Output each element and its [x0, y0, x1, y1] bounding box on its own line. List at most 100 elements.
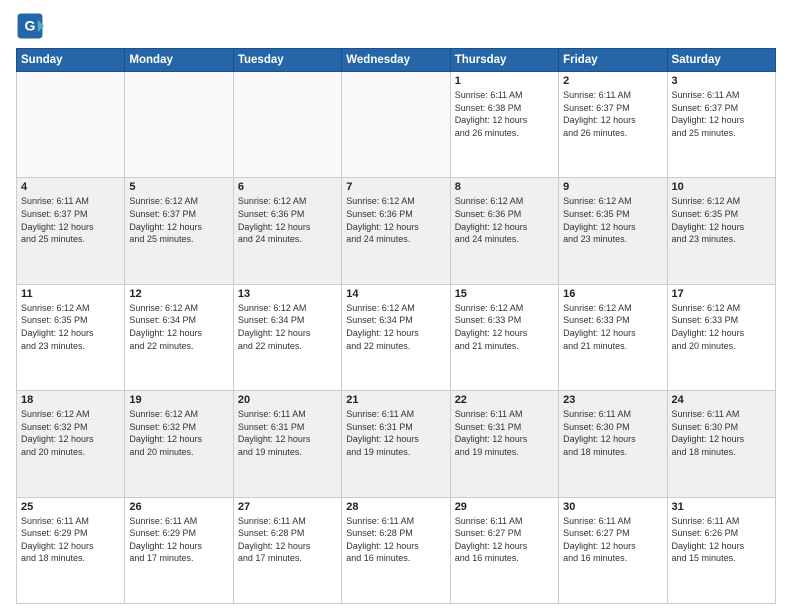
- day-info: Sunrise: 6:11 AM Sunset: 6:31 PM Dayligh…: [238, 408, 337, 458]
- calendar-header-monday: Monday: [125, 49, 233, 72]
- day-number: 12: [129, 288, 228, 300]
- day-info: Sunrise: 6:12 AM Sunset: 6:34 PM Dayligh…: [238, 302, 337, 352]
- svg-text:G: G: [25, 18, 36, 34]
- day-number: 15: [455, 288, 554, 300]
- calendar-week-2: 4 Sunrise: 6:11 AM Sunset: 6:37 PM Daylig…: [17, 178, 776, 284]
- day-info: Sunrise: 6:11 AM Sunset: 6:37 PM Dayligh…: [672, 89, 771, 139]
- day-info: Sunrise: 6:12 AM Sunset: 6:32 PM Dayligh…: [21, 408, 120, 458]
- calendar-day: 8 Sunrise: 6:12 AM Sunset: 6:36 PM Daylig…: [450, 178, 558, 284]
- calendar-day: 29 Sunrise: 6:11 AM Sunset: 6:27 PM Dayli…: [450, 497, 558, 603]
- calendar-day: 26Sunrise: 6:11 AM Sunset: 6:29 PM Dayli…: [125, 497, 233, 603]
- day-info: Sunrise: 6:12 AM Sunset: 6:35 PM Dayligh…: [563, 195, 662, 245]
- calendar-day: [233, 72, 341, 178]
- day-number: 22: [455, 394, 554, 406]
- day-info: Sunrise: 6:11 AM Sunset: 6:31 PM Dayligh…: [455, 408, 554, 458]
- day-number: 27: [238, 501, 337, 513]
- calendar-header-row: SundayMondayTuesdayWednesdayThursdayFrid…: [17, 49, 776, 72]
- calendar-week-3: 11Sunrise: 6:12 AM Sunset: 6:35 PM Dayli…: [17, 284, 776, 390]
- day-number: 10: [672, 181, 771, 193]
- day-number: 8: [455, 181, 554, 193]
- calendar-day: 18 Sunrise: 6:12 AM Sunset: 6:32 PM Dayli…: [17, 391, 125, 497]
- day-info: Sunrise: 6:11 AM Sunset: 6:37 PM Dayligh…: [563, 89, 662, 139]
- day-info: Sunrise: 6:12 AM Sunset: 6:37 PM Dayligh…: [129, 195, 228, 245]
- calendar-day: 4 Sunrise: 6:11 AM Sunset: 6:37 PM Daylig…: [17, 178, 125, 284]
- calendar-day: 28 Sunrise: 6:11 AM Sunset: 6:28 PM Dayli…: [342, 497, 450, 603]
- calendar-day: 9Sunrise: 6:12 AM Sunset: 6:35 PM Daylig…: [559, 178, 667, 284]
- day-info: Sunrise: 6:11 AM Sunset: 6:30 PM Dayligh…: [563, 408, 662, 458]
- day-number: 19: [129, 394, 228, 406]
- day-info: Sunrise: 6:12 AM Sunset: 6:34 PM Dayligh…: [346, 302, 445, 352]
- calendar-header-tuesday: Tuesday: [233, 49, 341, 72]
- calendar-week-4: 18 Sunrise: 6:12 AM Sunset: 6:32 PM Dayli…: [17, 391, 776, 497]
- day-info: Sunrise: 6:11 AM Sunset: 6:37 PM Dayligh…: [21, 195, 120, 245]
- calendar-day: 21 Sunrise: 6:11 AM Sunset: 6:31 PM Dayli…: [342, 391, 450, 497]
- day-number: 14: [346, 288, 445, 300]
- calendar-day: [125, 72, 233, 178]
- day-info: Sunrise: 6:12 AM Sunset: 6:34 PM Dayligh…: [129, 302, 228, 352]
- calendar-day: 30Sunrise: 6:11 AM Sunset: 6:27 PM Dayli…: [559, 497, 667, 603]
- day-number: 18: [21, 394, 120, 406]
- day-number: 3: [672, 75, 771, 87]
- header: G: [16, 12, 776, 40]
- calendar-day: 6 Sunrise: 6:12 AM Sunset: 6:36 PM Daylig…: [233, 178, 341, 284]
- day-number: 5: [129, 181, 228, 193]
- calendar-day: 7Sunrise: 6:12 AM Sunset: 6:36 PM Daylig…: [342, 178, 450, 284]
- calendar-week-1: 1Sunrise: 6:11 AM Sunset: 6:38 PM Daylig…: [17, 72, 776, 178]
- calendar-header-friday: Friday: [559, 49, 667, 72]
- calendar-header-sunday: Sunday: [17, 49, 125, 72]
- calendar-header-thursday: Thursday: [450, 49, 558, 72]
- calendar-day: 19 Sunrise: 6:12 AM Sunset: 6:32 PM Dayli…: [125, 391, 233, 497]
- day-info: Sunrise: 6:11 AM Sunset: 6:30 PM Dayligh…: [672, 408, 771, 458]
- day-number: 20: [238, 394, 337, 406]
- calendar-day: 31Sunrise: 6:11 AM Sunset: 6:26 PM Dayli…: [667, 497, 775, 603]
- day-info: Sunrise: 6:11 AM Sunset: 6:27 PM Dayligh…: [455, 515, 554, 565]
- calendar-day: [342, 72, 450, 178]
- calendar-day: 22 Sunrise: 6:11 AM Sunset: 6:31 PM Dayli…: [450, 391, 558, 497]
- day-info: Sunrise: 6:11 AM Sunset: 6:28 PM Dayligh…: [238, 515, 337, 565]
- day-info: Sunrise: 6:12 AM Sunset: 6:33 PM Dayligh…: [672, 302, 771, 352]
- calendar-day: 5 Sunrise: 6:12 AM Sunset: 6:37 PM Daylig…: [125, 178, 233, 284]
- day-info: Sunrise: 6:11 AM Sunset: 6:31 PM Dayligh…: [346, 408, 445, 458]
- day-info: Sunrise: 6:12 AM Sunset: 6:32 PM Dayligh…: [129, 408, 228, 458]
- calendar-day: 24 Sunrise: 6:11 AM Sunset: 6:30 PM Dayli…: [667, 391, 775, 497]
- day-number: 17: [672, 288, 771, 300]
- day-number: 7: [346, 181, 445, 193]
- calendar-day: 1Sunrise: 6:11 AM Sunset: 6:38 PM Daylig…: [450, 72, 558, 178]
- calendar-day: 14 Sunrise: 6:12 AM Sunset: 6:34 PM Dayli…: [342, 284, 450, 390]
- page: G SundayMondayTuesdayWednesdayThursdayFr…: [0, 0, 792, 612]
- day-number: 26: [129, 501, 228, 513]
- logo-icon: G: [16, 12, 44, 40]
- day-number: 2: [563, 75, 662, 87]
- day-number: 1: [455, 75, 554, 87]
- day-number: 23: [563, 394, 662, 406]
- day-number: 4: [21, 181, 120, 193]
- calendar-day: 15Sunrise: 6:12 AM Sunset: 6:33 PM Dayli…: [450, 284, 558, 390]
- calendar-day: 25Sunrise: 6:11 AM Sunset: 6:29 PM Dayli…: [17, 497, 125, 603]
- day-info: Sunrise: 6:12 AM Sunset: 6:35 PM Dayligh…: [672, 195, 771, 245]
- calendar-day: 23 Sunrise: 6:11 AM Sunset: 6:30 PM Dayli…: [559, 391, 667, 497]
- day-number: 21: [346, 394, 445, 406]
- day-number: 31: [672, 501, 771, 513]
- day-info: Sunrise: 6:11 AM Sunset: 6:29 PM Dayligh…: [21, 515, 120, 565]
- day-info: Sunrise: 6:11 AM Sunset: 6:28 PM Dayligh…: [346, 515, 445, 565]
- day-info: Sunrise: 6:12 AM Sunset: 6:35 PM Dayligh…: [21, 302, 120, 352]
- day-info: Sunrise: 6:12 AM Sunset: 6:33 PM Dayligh…: [563, 302, 662, 352]
- calendar-day: 17 Sunrise: 6:12 AM Sunset: 6:33 PM Dayli…: [667, 284, 775, 390]
- day-number: 16: [563, 288, 662, 300]
- calendar-day: 11Sunrise: 6:12 AM Sunset: 6:35 PM Dayli…: [17, 284, 125, 390]
- calendar-table: SundayMondayTuesdayWednesdayThursdayFrid…: [16, 48, 776, 604]
- day-number: 13: [238, 288, 337, 300]
- calendar-day: [17, 72, 125, 178]
- day-number: 6: [238, 181, 337, 193]
- calendar-day: 2 Sunrise: 6:11 AM Sunset: 6:37 PM Daylig…: [559, 72, 667, 178]
- day-number: 24: [672, 394, 771, 406]
- calendar-header-saturday: Saturday: [667, 49, 775, 72]
- day-number: 29: [455, 501, 554, 513]
- calendar-week-5: 25Sunrise: 6:11 AM Sunset: 6:29 PM Dayli…: [17, 497, 776, 603]
- day-info: Sunrise: 6:12 AM Sunset: 6:36 PM Dayligh…: [455, 195, 554, 245]
- calendar-day: 10 Sunrise: 6:12 AM Sunset: 6:35 PM Dayli…: [667, 178, 775, 284]
- day-number: 28: [346, 501, 445, 513]
- calendar-header-wednesday: Wednesday: [342, 49, 450, 72]
- day-info: Sunrise: 6:12 AM Sunset: 6:36 PM Dayligh…: [238, 195, 337, 245]
- calendar-day: 27 Sunrise: 6:11 AM Sunset: 6:28 PM Dayli…: [233, 497, 341, 603]
